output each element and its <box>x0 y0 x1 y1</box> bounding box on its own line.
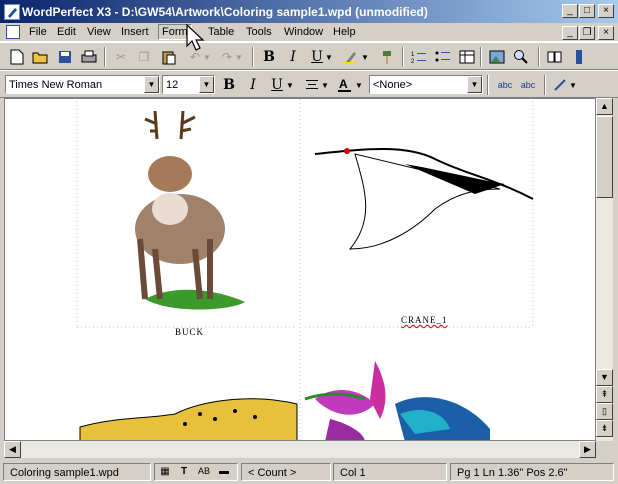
chevron-down-icon[interactable]: ▼ <box>199 76 214 93</box>
menu-tools[interactable]: Tools <box>246 26 272 38</box>
open-folder-icon[interactable] <box>31 48 49 66</box>
bold-icon[interactable]: B <box>260 48 278 66</box>
spell-check-icon[interactable] <box>570 48 588 66</box>
doc-close-button[interactable]: × <box>598 26 614 40</box>
mouse-cursor-icon <box>186 24 205 51</box>
format-painter-icon[interactable] <box>378 48 396 66</box>
font-size-value: 12 <box>166 79 179 91</box>
horizontal-scrollbar[interactable]: ◀ ▶ <box>4 441 596 458</box>
wordperfect-app-icon[interactable] <box>4 4 20 20</box>
style-combo[interactable]: <None> ▼ <box>369 75 483 94</box>
scroll-down-icon[interactable]: ▼ <box>596 369 613 386</box>
menu-help[interactable]: Help <box>333 26 356 38</box>
reveal-codes-icon[interactable]: ▦ <box>158 464 172 478</box>
page-icon[interactable]: ▯ <box>596 403 613 420</box>
menu-window[interactable]: Window <box>284 26 323 38</box>
scrollbar-corner <box>596 441 613 458</box>
menu-edit[interactable]: Edit <box>57 26 76 38</box>
grammar-check-icon[interactable]: abc <box>518 76 538 94</box>
bold-icon[interactable]: B <box>220 76 238 94</box>
doc-restore-button[interactable]: ❐ <box>579 26 595 40</box>
document-icon[interactable] <box>6 25 20 39</box>
new-document-icon[interactable] <box>8 48 26 66</box>
abbreviation-icon[interactable]: AB <box>196 464 212 478</box>
insert-mode-icon[interactable]: T <box>177 464 191 478</box>
vertical-scroll-thumb[interactable] <box>596 116 613 198</box>
property-bar: Times New Roman ▼ 12 ▼ B I U ▼ ▼ A ▼ <No… <box>0 70 618 98</box>
scroll-right-icon[interactable]: ▶ <box>579 441 596 458</box>
justification-dropdown-icon[interactable]: ▼ <box>320 76 330 94</box>
font-size-combo[interactable]: 12 ▼ <box>162 75 215 94</box>
minimize-button[interactable]: _ <box>562 4 578 18</box>
bullets-icon[interactable] <box>434 48 452 66</box>
status-count: < Count > <box>248 467 297 479</box>
doc-minimize-button[interactable]: _ <box>562 26 578 40</box>
font-color-dropdown-icon[interactable]: ▼ <box>354 76 364 94</box>
print-icon[interactable] <box>80 48 98 66</box>
status-filename: Coloring sample1.wpd <box>10 467 119 479</box>
standard-toolbar: ✂ ❐ ↶ ▼ ↷ ▼ B I U ▼ ▼ 12 <box>0 42 618 70</box>
next-page-icon[interactable]: ⇟ <box>596 420 613 437</box>
menu-insert[interactable]: Insert <box>121 26 149 38</box>
highlight-icon[interactable] <box>342 48 360 66</box>
font-name-combo[interactable]: Times New Roman ▼ <box>5 75 160 94</box>
font-color-icon[interactable]: A <box>336 76 354 94</box>
cheetah-clipart[interactable] <box>79 398 298 441</box>
justification-icon[interactable] <box>303 76 321 94</box>
menu-table[interactable]: Table <box>208 26 234 38</box>
svg-text:2: 2 <box>411 59 415 64</box>
menu-view[interactable]: View <box>87 26 111 38</box>
image-icon[interactable] <box>488 48 506 66</box>
underline-dropdown-icon[interactable]: ▼ <box>324 48 334 66</box>
status-position: Pg 1 Ln 1.36" Pos 2.6" <box>457 467 568 479</box>
status-count-panel[interactable]: < Count > <box>241 463 331 481</box>
hummingbird-clipart[interactable] <box>304 361 490 441</box>
table-icon[interactable] <box>458 48 476 66</box>
underline-dropdown-icon[interactable]: ▼ <box>285 76 295 94</box>
caption-buck: BUCK <box>175 327 205 337</box>
scroll-up-icon[interactable]: ▲ <box>596 98 613 115</box>
redo-dropdown-icon[interactable]: ▼ <box>234 48 244 66</box>
chevron-down-icon[interactable]: ▼ <box>467 76 482 93</box>
font-name-value: Times New Roman <box>9 79 103 91</box>
quickfinder-dropdown-icon[interactable]: ▼ <box>568 76 578 94</box>
italic-icon[interactable]: I <box>284 48 302 66</box>
numbering-icon[interactable]: 12 <box>410 48 428 66</box>
paste-icon[interactable] <box>160 48 178 66</box>
style-value: <None> <box>373 79 413 91</box>
copy-icon[interactable]: ❐ <box>135 48 153 66</box>
book-icon[interactable] <box>546 48 564 66</box>
scroll-left-icon[interactable]: ◀ <box>4 441 21 458</box>
menu-bar: File Edit View Insert Form Table Tools W… <box>0 23 618 42</box>
title-bar: WordPerfect X3 - D:\GW54\Artwork\Colorin… <box>0 0 618 23</box>
menu-file[interactable]: File <box>29 26 47 38</box>
chevron-down-icon[interactable]: ▼ <box>144 76 159 93</box>
caption-crane: CRANE_1 <box>401 315 448 325</box>
italic-icon[interactable]: I <box>244 76 262 94</box>
vertical-scrollbar[interactable]: ▲ ▼ ⇞ ▯ ⇟ <box>596 98 613 441</box>
cut-icon[interactable]: ✂ <box>112 48 130 66</box>
save-icon[interactable] <box>56 48 74 66</box>
status-bar: Coloring sample1.wpd ▦ T AB ▬ < Count > … <box>0 460 618 484</box>
buck-clipart[interactable] <box>135 110 245 310</box>
previous-page-icon[interactable]: ⇞ <box>596 386 613 403</box>
document-area[interactable]: BUCK CRANE_1 <box>4 98 596 441</box>
status-filename-panel[interactable]: Coloring sample1.wpd <box>3 463 151 481</box>
status-icons-panel: ▦ T AB ▬ <box>154 463 238 481</box>
printer-status-icon[interactable]: ▬ <box>217 464 231 478</box>
window-title: WordPerfect X3 - D:\GW54\Artwork\Colorin… <box>22 5 428 19</box>
status-column-panel: Col 1 <box>333 463 447 481</box>
svg-text:1: 1 <box>411 52 415 58</box>
highlight-dropdown-icon[interactable]: ▼ <box>360 48 370 66</box>
status-column: Col 1 <box>340 467 366 479</box>
status-position-panel[interactable]: Pg 1 Ln 1.36" Pos 2.6" <box>450 463 614 481</box>
maximize-button[interactable]: □ <box>579 4 595 18</box>
crane-clipart[interactable] <box>314 148 534 250</box>
close-button[interactable]: × <box>598 4 614 18</box>
underline-icon[interactable]: U <box>268 76 286 94</box>
svg-text:A: A <box>339 77 348 91</box>
zoom-icon[interactable] <box>512 48 530 66</box>
prompt-as-you-go-icon[interactable]: abc <box>495 76 515 94</box>
